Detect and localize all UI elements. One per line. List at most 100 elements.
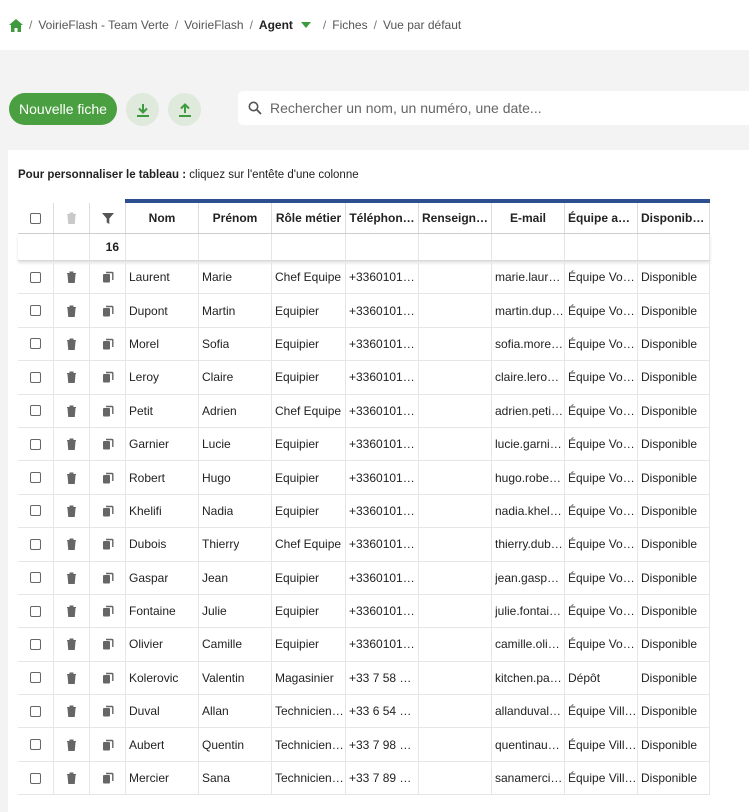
table-row[interactable]: Dubois Thierry Chef Equipe +3360101… thierry… [18, 528, 710, 562]
duplicate-icon[interactable] [102, 405, 114, 417]
cell-prenom[interactable]: Adrien [199, 394, 272, 427]
duplicate-icon[interactable] [102, 672, 114, 684]
cell-role[interactable]: Equipier [272, 461, 346, 494]
breadcrumb-item-fiches[interactable]: Fiches [332, 18, 367, 32]
cell-equipe[interactable]: Équipe Voi… [565, 261, 638, 294]
cell-equipe[interactable]: Équipe Voi… [565, 294, 638, 327]
cell-telephone[interactable]: +3360101… [346, 394, 419, 427]
cell-equipe[interactable]: Équipe Vill… [565, 761, 638, 795]
duplicate-icon[interactable] [102, 705, 114, 717]
cell-renseignements[interactable] [419, 594, 492, 628]
cell-prenom[interactable]: Claire [199, 361, 272, 394]
cell-role[interactable]: Equipier [272, 294, 346, 327]
cell-telephone[interactable]: +33 7 89 5… [346, 761, 419, 795]
cell-telephone[interactable]: +3360101… [346, 294, 419, 327]
cell-equipe[interactable]: Équipe Voi… [565, 528, 638, 561]
cell-equipe[interactable]: Équipe Voi… [565, 594, 638, 628]
cell-renseignements[interactable] [419, 494, 492, 528]
cell-prenom[interactable]: Nadia [199, 494, 272, 528]
cell-renseignements[interactable] [419, 461, 492, 494]
cell-role[interactable]: Equipier [272, 494, 346, 528]
cell-email[interactable]: quentinaub… [492, 728, 565, 761]
cell-disponibilite[interactable]: Disponible [638, 327, 710, 361]
row-checkbox[interactable] [30, 405, 41, 417]
cell-nom[interactable]: Leroy [126, 361, 199, 394]
cell-nom[interactable]: Duval [126, 695, 199, 728]
row-checkbox[interactable] [30, 271, 41, 283]
trash-icon[interactable] [66, 405, 77, 417]
cell-nom[interactable]: Fontaine [126, 594, 199, 628]
cell-nom[interactable]: Kolerovic [126, 661, 199, 695]
row-checkbox[interactable] [30, 705, 41, 717]
cell-email[interactable]: kitchen.pa… [492, 661, 565, 695]
cell-nom[interactable]: Dubois [126, 528, 199, 561]
cell-renseignements[interactable] [419, 361, 492, 394]
cell-role[interactable]: Equipier [272, 628, 346, 661]
cell-prenom[interactable]: Jean [199, 561, 272, 594]
cell-renseignements[interactable] [419, 528, 492, 561]
cell-telephone[interactable]: +3360101… [346, 494, 419, 528]
duplicate-icon[interactable] [102, 638, 114, 650]
trash-icon[interactable] [66, 371, 77, 384]
table-row[interactable]: Khelifi Nadia Equipier +3360101… nadia.kheli… [18, 494, 710, 529]
cell-disponibilite[interactable]: Disponible [638, 761, 710, 795]
column-header-telephone[interactable]: Téléphon… [346, 203, 419, 233]
cell-email[interactable]: adrien.petit… [492, 394, 565, 427]
duplicate-icon[interactable] [102, 472, 114, 484]
cell-telephone[interactable]: +3360101… [346, 427, 419, 461]
cell-equipe[interactable]: Équipe Vill… [565, 695, 638, 728]
trash-icon[interactable] [66, 271, 77, 284]
cell-nom[interactable]: Mercier [126, 761, 199, 795]
cell-equipe[interactable]: Dépôt [565, 661, 638, 695]
cell-email[interactable]: sanamerci… [492, 761, 565, 795]
cell-renseignements[interactable] [419, 728, 492, 761]
cell-disponibilite[interactable]: Disponible [638, 695, 710, 728]
trash-icon[interactable] [66, 338, 77, 350]
trash-icon[interactable] [66, 638, 77, 651]
cell-prenom[interactable]: Sana [199, 761, 272, 795]
download-button[interactable] [126, 93, 159, 126]
cell-equipe[interactable]: Équipe Voi… [565, 394, 638, 427]
trash-icon[interactable] [66, 438, 77, 451]
filter-icon[interactable] [101, 212, 114, 224]
cell-nom[interactable]: Morel [126, 327, 199, 361]
table-row[interactable]: Garnier Lucie Equipier +3360101… lucie.garni… [18, 427, 710, 462]
cell-prenom[interactable]: Hugo [199, 461, 272, 494]
cell-equipe[interactable]: Équipe Voi… [565, 561, 638, 594]
row-checkbox[interactable] [30, 538, 41, 550]
cell-email[interactable]: sofia.morel… [492, 327, 565, 361]
trash-icon[interactable] [66, 772, 77, 785]
table-row[interactable]: Laurent Marie Chef Equipe +3360101… marie.la… [18, 261, 710, 295]
duplicate-icon[interactable] [102, 538, 114, 550]
cell-email[interactable]: camille.oliv… [492, 628, 565, 661]
cell-disponibilite[interactable]: Disponible [638, 561, 710, 594]
table-row[interactable]: Morel Sofia Equipier +3360101… sofia.morel… É… [18, 327, 710, 362]
select-all-checkbox[interactable] [30, 212, 41, 224]
cell-nom[interactable]: Dupont [126, 294, 199, 327]
table-row[interactable]: Dupont Martin Equipier +3360101… martin.dup…… [18, 294, 710, 328]
table-row[interactable]: Olivier Camille Equipier +3360101… camille.o… [18, 628, 710, 662]
cell-renseignements[interactable] [419, 427, 492, 461]
row-checkbox[interactable] [30, 371, 41, 383]
duplicate-icon[interactable] [102, 605, 114, 617]
row-checkbox[interactable] [30, 739, 41, 751]
duplicate-icon[interactable] [102, 572, 114, 584]
column-header-equipe[interactable]: Équipe as… [565, 203, 638, 233]
cell-disponibilite[interactable]: Disponible [638, 294, 710, 327]
row-checkbox[interactable] [30, 338, 41, 350]
cell-email[interactable]: claire.leroy… [492, 361, 565, 394]
cell-role[interactable]: Technicien… [272, 695, 346, 728]
cell-telephone[interactable]: +3360101… [346, 561, 419, 594]
cell-role[interactable]: Equipier [272, 427, 346, 461]
new-record-button[interactable]: Nouvelle fiche [9, 93, 117, 125]
trash-icon[interactable] [66, 739, 77, 751]
cell-equipe[interactable]: Équipe Voi… [565, 628, 638, 661]
search-input[interactable] [270, 100, 720, 116]
table-row[interactable]: Leroy Claire Equipier +3360101… claire.leroy… [18, 361, 710, 395]
cell-nom[interactable]: Olivier [126, 628, 199, 661]
row-checkbox[interactable] [30, 638, 41, 650]
cell-telephone[interactable]: +3360101… [346, 528, 419, 561]
upload-button[interactable] [168, 93, 201, 126]
cell-telephone[interactable]: +33 7 98 4… [346, 728, 419, 761]
table-row[interactable]: Kolerovic Valentin Magasinier +33 7 58 9… ki… [18, 661, 710, 696]
